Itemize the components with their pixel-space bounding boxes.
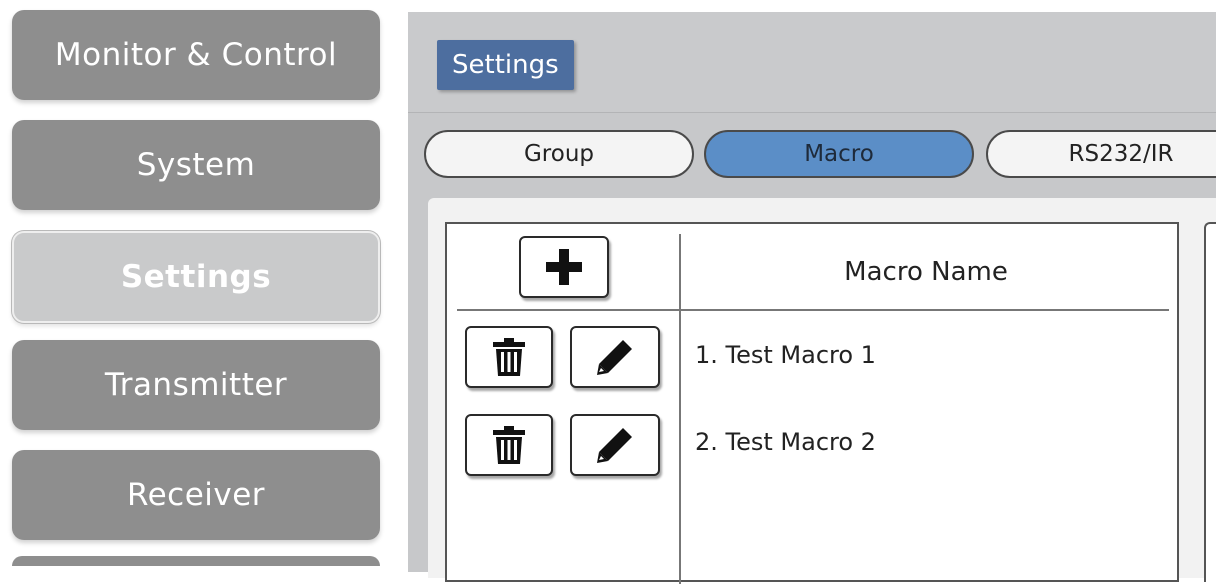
macro-name-item[interactable]: 1. Test Macro 1 bbox=[695, 341, 876, 369]
tab-rs232-ir[interactable]: RS232/IR bbox=[986, 130, 1216, 178]
sidebar-item-label: Settings bbox=[120, 259, 272, 295]
trash-icon bbox=[493, 338, 525, 376]
sidebar-item-monitor-control[interactable]: Monitor & Control bbox=[12, 10, 380, 100]
plus-icon bbox=[546, 249, 582, 285]
tab-macro[interactable]: Macro bbox=[704, 130, 974, 178]
main-panel: Settings Group Macro RS232/IR Macro Name bbox=[408, 12, 1216, 584]
tab-group[interactable]: Group bbox=[424, 130, 694, 178]
header-bar: Settings bbox=[408, 12, 1216, 113]
trash-icon bbox=[493, 426, 525, 464]
edit-macro-button[interactable] bbox=[570, 414, 660, 476]
sidebar-item-label: Transmitter bbox=[104, 367, 288, 403]
header-divider bbox=[457, 309, 1169, 311]
delete-macro-button[interactable] bbox=[465, 326, 553, 388]
macro-name-item[interactable]: 2. Test Macro 2 bbox=[695, 428, 876, 456]
sidebar-item-transmitter[interactable]: Transmitter bbox=[12, 340, 380, 430]
sidebar-item-partial[interactable] bbox=[12, 556, 380, 566]
tab-label: RS232/IR bbox=[1068, 141, 1174, 167]
sidebar-item-settings[interactable]: Settings bbox=[12, 231, 380, 323]
edit-macro-button[interactable] bbox=[570, 326, 660, 388]
page-title: Settings bbox=[437, 40, 574, 90]
pencil-icon bbox=[597, 428, 632, 463]
sidebar-item-label: Monitor & Control bbox=[54, 37, 338, 73]
macro-content-area: Macro Name 1. Test Macro 1 2. Test Macro… bbox=[428, 198, 1216, 584]
sidebar-item-label: System bbox=[136, 147, 256, 183]
sidebar-item-system[interactable]: System bbox=[12, 120, 380, 210]
add-macro-button[interactable] bbox=[519, 236, 609, 298]
macro-table: Macro Name 1. Test Macro 1 2. Test Macro… bbox=[445, 222, 1179, 584]
column-header-macro-name: Macro Name bbox=[844, 256, 1008, 287]
delete-macro-button[interactable] bbox=[465, 414, 553, 476]
macro-detail-panel bbox=[1204, 222, 1216, 582]
tab-label: Group bbox=[523, 141, 595, 167]
pencil-icon bbox=[597, 340, 632, 375]
sidebar-item-label: Receiver bbox=[126, 477, 266, 513]
tab-label: Macro bbox=[804, 141, 874, 167]
sidebar-item-receiver[interactable]: Receiver bbox=[12, 450, 380, 540]
